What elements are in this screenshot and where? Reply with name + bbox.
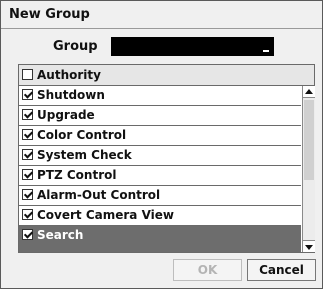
ok-button[interactable]: OK <box>173 259 242 281</box>
cancel-button[interactable]: Cancel <box>247 259 316 281</box>
list-item-covert-camera-view[interactable]: Covert Camera View <box>19 206 301 226</box>
scroll-down-button[interactable] <box>303 240 315 252</box>
group-label: Group <box>53 39 98 54</box>
authority-header[interactable]: Authority <box>19 65 314 86</box>
list-item-system-check[interactable]: System Check <box>19 146 301 166</box>
list-item-search[interactable]: Search <box>19 226 301 252</box>
list-item-shutdown[interactable]: Shutdown <box>19 86 301 106</box>
group-name-input[interactable] <box>111 37 274 56</box>
covert-camera-view-checkbox[interactable] <box>22 209 33 220</box>
search-checkbox[interactable] <box>22 229 33 240</box>
upgrade-checkbox[interactable] <box>22 109 33 120</box>
list-item-label: Alarm-Out Control <box>37 188 161 202</box>
list-item-upgrade[interactable]: Upgrade <box>19 106 301 126</box>
new-group-dialog: New Group Group Authority Shutdown Upgra… <box>0 0 323 289</box>
list-item-alarm-out-control[interactable]: Alarm-Out Control <box>19 186 301 206</box>
title-divider <box>1 28 322 29</box>
scroll-up-button[interactable] <box>303 86 315 98</box>
list-scrollbar[interactable] <box>302 86 315 252</box>
list-item-label: PTZ Control <box>37 168 117 182</box>
list-item-label: Shutdown <box>37 88 105 102</box>
shutdown-checkbox[interactable] <box>22 89 33 100</box>
list-item-label: System Check <box>37 148 132 162</box>
scroll-thumb[interactable] <box>304 100 314 180</box>
list-item-label: Upgrade <box>37 108 95 122</box>
authority-label: Authority <box>37 68 101 82</box>
list-item-color-control[interactable]: Color Control <box>19 126 301 146</box>
list-item-ptz-control[interactable]: PTZ Control <box>19 166 301 186</box>
system-check-checkbox[interactable] <box>22 149 33 160</box>
authority-list: Authority Shutdown Upgrade Color Control… <box>18 64 315 253</box>
alarm-out-control-checkbox[interactable] <box>22 189 33 200</box>
list-item-label: Color Control <box>37 128 127 142</box>
authority-checkbox[interactable] <box>22 69 33 80</box>
ptz-control-checkbox[interactable] <box>22 169 33 180</box>
arrow-up-icon <box>305 89 313 94</box>
list-item-label: Covert Camera View <box>37 208 174 222</box>
arrow-down-icon <box>305 245 313 250</box>
dialog-title: New Group <box>9 7 90 22</box>
color-control-checkbox[interactable] <box>22 129 33 140</box>
list-item-label: Search <box>37 228 84 242</box>
text-cursor <box>263 50 269 52</box>
